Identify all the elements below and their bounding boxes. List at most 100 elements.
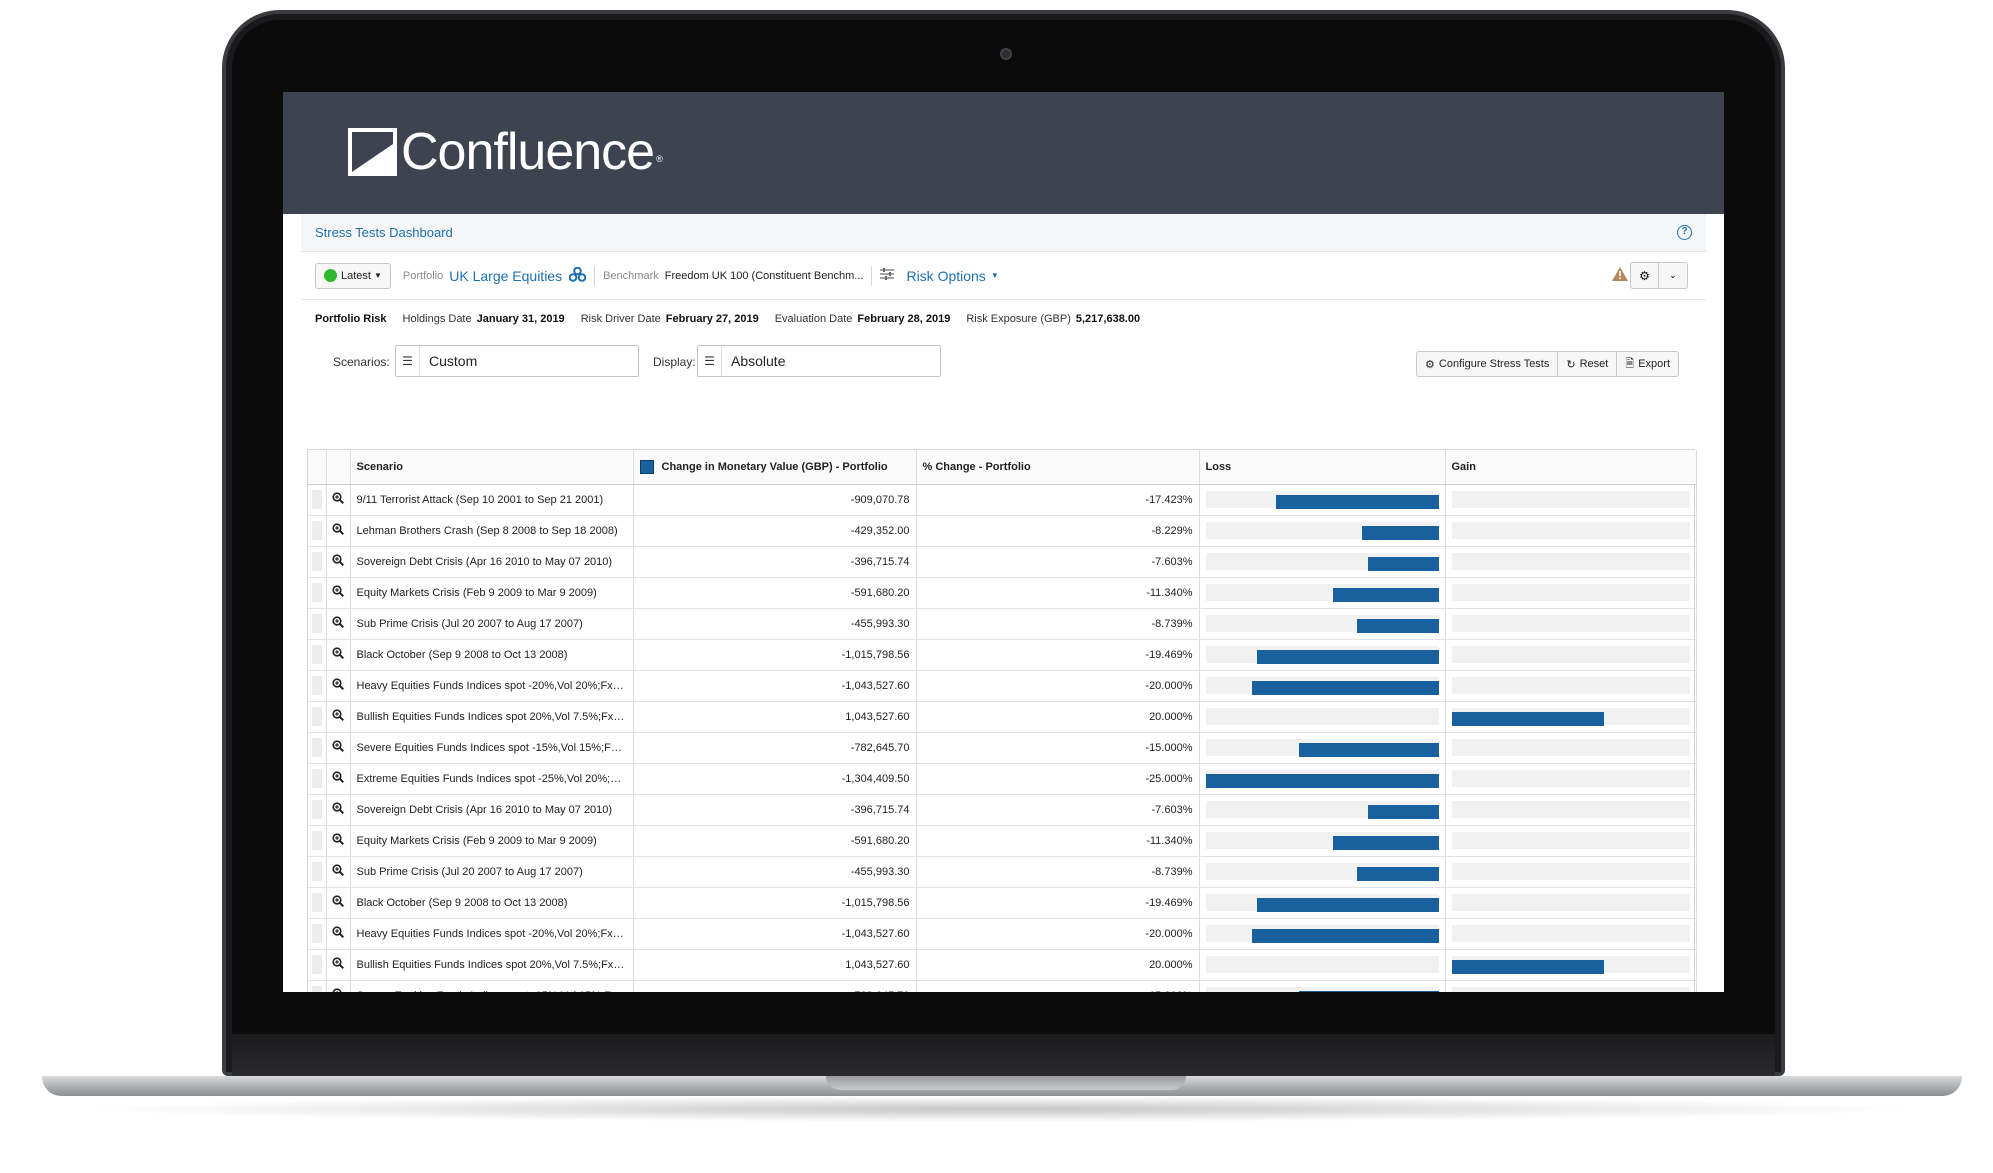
chevron-down-icon[interactable]: ⌄ <box>1659 263 1687 288</box>
row-drag-handle[interactable] <box>308 887 327 919</box>
row-drag-handle[interactable] <box>308 918 327 950</box>
zoom-in-icon[interactable] <box>332 957 344 969</box>
configure-stress-tests-button[interactable]: ⚙ Configure Stress Tests <box>1417 352 1559 376</box>
loss-header[interactable]: Loss <box>1199 450 1446 485</box>
zoom-in-icon[interactable] <box>332 802 344 814</box>
loss-track <box>1205 583 1439 602</box>
row-drag-handle[interactable] <box>308 577 327 609</box>
table-row[interactable]: Sovereign Debt Crisis (Apr 16 2010 to Ma… <box>308 794 1697 826</box>
benchmark-value[interactable]: Freedom UK 100 (Constituent Benchm... <box>665 270 864 282</box>
scenario-header[interactable]: Scenario <box>350 450 634 485</box>
zoom-cell <box>326 794 351 826</box>
row-drag-handle[interactable] <box>308 980 327 992</box>
latest-dropdown[interactable]: Latest ▼ <box>315 262 391 289</box>
export-button[interactable]: 🗎 Export <box>1617 352 1678 376</box>
sliders-icon[interactable] <box>880 268 895 283</box>
row-drag-handle[interactable] <box>308 546 327 578</box>
zoom-in-icon[interactable] <box>332 988 344 992</box>
loss-bar <box>1276 494 1439 509</box>
zoom-in-icon[interactable] <box>332 585 344 597</box>
loss-track <box>1205 738 1439 757</box>
zoom-in-icon[interactable] <box>332 771 344 783</box>
percent-change-header[interactable]: % Change - Portfolio <box>916 450 1200 485</box>
table-row[interactable]: Black October (Sep 9 2008 to Oct 13 2008… <box>308 887 1697 919</box>
monetary-change-header-label: Change in Monetary Value (GBP) - Portfol… <box>661 460 888 473</box>
zoom-in-icon[interactable] <box>332 864 344 876</box>
row-drag-handle[interactable] <box>308 949 327 981</box>
table-row[interactable]: Extreme Equities Funds Indices spot -25%… <box>308 763 1697 795</box>
table-row[interactable]: Sovereign Debt Crisis (Apr 16 2010 to Ma… <box>308 546 1697 578</box>
zoom-in-icon[interactable] <box>332 523 344 535</box>
monetary-change-cell: -909,070.78 <box>633 484 917 516</box>
scenarios-select[interactable]: ☰ Custom <box>395 345 639 377</box>
monetary-change-cell: 1,043,527.60 <box>633 949 917 981</box>
table-row[interactable]: Equity Markets Crisis (Feb 9 2009 to Mar… <box>308 825 1697 857</box>
gain-cell <box>1445 608 1697 640</box>
row-drag-handle[interactable] <box>308 794 327 826</box>
monetary-change-header[interactable]: Change in Monetary Value (GBP) - Portfol… <box>633 450 917 485</box>
table-row[interactable]: 9/11 Terrorist Attack (Sep 10 2001 to Se… <box>308 484 1697 516</box>
zoom-cell <box>326 546 351 578</box>
zoom-in-icon[interactable] <box>332 647 344 659</box>
table-row[interactable]: Heavy Equities Funds Indices spot -20%,V… <box>308 918 1697 950</box>
table-row[interactable]: Equity Markets Crisis (Feb 9 2009 to Mar… <box>308 577 1697 609</box>
row-drag-handle[interactable] <box>308 670 327 702</box>
export-label: Export <box>1638 358 1670 370</box>
row-drag-handle[interactable] <box>308 825 327 857</box>
table-row[interactable]: Heavy Equities Funds Indices spot -20%,V… <box>308 670 1697 702</box>
row-drag-handle[interactable] <box>308 732 327 764</box>
dashboard-title[interactable]: Stress Tests Dashboard <box>315 225 453 240</box>
loss-track <box>1205 645 1439 664</box>
row-drag-handle[interactable] <box>308 856 327 888</box>
table-row[interactable]: Bullish Equities Funds Indices spot 20%,… <box>308 949 1697 981</box>
confluence-logo[interactable]: Confluence ® <box>348 126 663 178</box>
question-circle-icon[interactable]: ? <box>1677 225 1692 240</box>
portfolio-group-icon[interactable] <box>568 266 587 285</box>
zoom-in-icon[interactable] <box>332 678 344 690</box>
table-row[interactable]: Severe Equities Funds Indices spot -15%,… <box>308 980 1697 992</box>
row-drag-handle[interactable] <box>308 608 327 640</box>
scenario-cell: Equity Markets Crisis (Feb 9 2009 to Mar… <box>350 577 634 609</box>
zoom-in-icon[interactable] <box>332 492 344 504</box>
risk-options-dropdown[interactable]: Risk Options <box>906 268 985 284</box>
row-drag-handle[interactable] <box>308 701 327 733</box>
scenario-cell: Severe Equities Funds Indices spot -15%,… <box>350 732 634 764</box>
zoom-in-icon[interactable] <box>332 833 344 845</box>
table-row[interactable]: Black October (Sep 9 2008 to Oct 13 2008… <box>308 639 1697 671</box>
zoom-in-icon[interactable] <box>332 616 344 628</box>
loss-cell <box>1199 732 1446 764</box>
row-drag-handle[interactable] <box>308 515 327 547</box>
loss-track <box>1205 924 1439 943</box>
loss-cell <box>1199 980 1446 992</box>
display-select[interactable]: ☰ Absolute <box>697 345 941 377</box>
zoom-cell <box>326 701 351 733</box>
series-legend-swatch <box>639 459 654 474</box>
row-drag-handle[interactable] <box>308 763 327 795</box>
gear-icon[interactable]: ⚙ <box>1631 263 1659 288</box>
table-row[interactable]: Sub Prime Crisis (Jul 20 2007 to Aug 17 … <box>308 856 1697 888</box>
percent-change-cell: -25.000% <box>916 763 1200 795</box>
table-row[interactable]: Bullish Equities Funds Indices spot 20%,… <box>308 701 1697 733</box>
monetary-change-cell: -1,043,527.60 <box>633 670 917 702</box>
table-row[interactable]: Sub Prime Crisis (Jul 20 2007 to Aug 17 … <box>308 608 1697 640</box>
row-drag-handle[interactable] <box>308 484 327 516</box>
warning-icon[interactable] <box>1612 267 1628 284</box>
reset-button[interactable]: ↻ Reset <box>1558 352 1618 376</box>
table-row[interactable]: Severe Equities Funds Indices spot -15%,… <box>308 732 1697 764</box>
zoom-in-icon[interactable] <box>332 926 344 938</box>
benchmark-label: Benchmark <box>603 269 659 282</box>
percent-change-cell: -15.000% <box>916 980 1200 992</box>
portfolio-link[interactable]: UK Large Equities <box>449 268 562 284</box>
zoom-cell <box>326 856 351 888</box>
zoom-in-icon[interactable] <box>332 740 344 752</box>
gain-header[interactable]: Gain <box>1445 450 1697 485</box>
table-row[interactable]: Lehman Brothers Crash (Sep 8 2008 to Sep… <box>308 515 1697 547</box>
gain-cell <box>1445 825 1697 857</box>
row-drag-handle[interactable] <box>308 639 327 671</box>
zoom-in-icon[interactable] <box>332 554 344 566</box>
gain-cell <box>1445 949 1697 981</box>
zoom-in-icon[interactable] <box>332 709 344 721</box>
zoom-in-icon[interactable] <box>332 895 344 907</box>
zoom-cell <box>326 918 351 950</box>
settings-button-group[interactable]: ⚙ ⌄ <box>1630 262 1688 289</box>
